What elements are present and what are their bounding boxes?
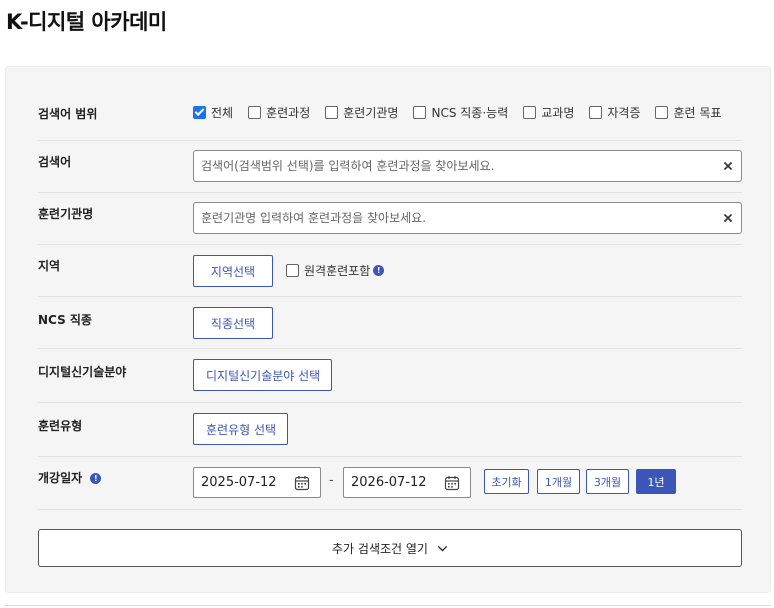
reset-date-button[interactable]: 초기화 [484,469,529,494]
scope-option-ncs[interactable]: NCS 직종·능력 [413,104,508,121]
remote-training-label: 원격훈련포함 [304,264,371,278]
ncs-select-button[interactable]: 직종선택 [193,307,273,339]
info-icon[interactable]: ! [373,265,385,276]
checkbox-icon[interactable] [589,105,603,119]
ncs-label: NCS 직종 [38,313,92,327]
scope-option-certificate[interactable]: 자격증 [589,104,640,121]
end-date-value: 2026-07-12 [351,475,427,490]
institution-label: 훈련기관명 [38,207,94,221]
checkbox-icon[interactable] [523,105,537,119]
more-conditions-label: 추가 검색조건 열기 [332,541,428,556]
checkbox-icon[interactable] [325,105,339,119]
scope-option-institution[interactable]: 훈련기관명 [325,104,398,121]
divider [5,605,771,606]
checkbox-icon[interactable] [193,105,206,119]
scope-option-label: 교과명 [541,105,575,120]
chevron-down-icon [437,545,448,552]
start-date-label: 개강일자 ! [38,469,102,486]
institution-row: 훈련기관명 [38,193,742,245]
checkbox-icon[interactable] [655,105,669,119]
scope-option-course[interactable]: 훈련과정 [248,104,310,121]
date-range: 2025-07-12 - 2026-07-12 초기화 1개월 3개월 1년 [193,467,743,499]
scope-option-label: NCS 직종·능력 [431,105,509,120]
digital-row: 디지털신기술분야 디지털신기술분야 선택 [38,349,742,403]
keyword-input-wrap [193,150,742,182]
remote-training-option[interactable]: 원격훈련포함 ! [286,262,385,279]
digital-label: 디지털신기술분야 [38,365,127,379]
calendar-icon[interactable] [294,475,310,491]
date-separator: - [329,473,334,488]
search-scope-options: 전체 훈련과정 훈련기관명 NCS 직종·능력 교과명 자격증 훈련 목표 [193,103,736,121]
more-conditions-button[interactable]: 추가 검색조건 열기 [38,529,742,567]
checkbox-icon[interactable] [413,105,427,119]
checkbox-icon[interactable] [286,264,299,277]
start-date-value: 2025-07-12 [201,475,277,490]
ncs-row: NCS 직종 직종선택 [38,297,742,349]
info-icon[interactable]: ! [90,473,102,484]
region-label: 지역 [38,259,61,273]
scope-option-label: 훈련 목표 [673,105,722,120]
start-date-row: 개강일자 ! 2025-07-12 - 2026-07-12 초기화 1개월 3… [38,457,742,510]
scope-option-label: 전체 [211,105,234,120]
scope-option-all[interactable]: 전체 [193,104,233,121]
one-year-button[interactable]: 1년 [636,469,676,494]
institution-input-wrap [193,202,742,234]
keyword-input[interactable] [194,151,741,181]
scope-option-label: 훈련기관명 [343,105,399,120]
keyword-row: 검색어 [38,141,742,193]
training-type-row: 훈련유형 훈련유형 선택 [38,403,742,457]
region-select-button[interactable]: 지역선택 [193,255,273,287]
institution-input[interactable] [194,203,741,233]
clear-icon[interactable] [722,212,734,224]
search-panel: 검색어 범위 전체 훈련과정 훈련기관명 NCS 직종·능력 교과명 자격증 훈… [5,66,771,593]
scope-option-label: 자격증 [607,105,641,120]
region-row: 지역 지역선택 원격훈련포함 ! [38,245,742,297]
keyword-label: 검색어 [38,155,72,169]
scope-option-goal[interactable]: 훈련 목표 [655,104,721,121]
digital-select-button[interactable]: 디지털신기술분야 선택 [193,359,332,391]
scope-option-label: 훈련과정 [266,105,311,120]
one-month-button[interactable]: 1개월 [537,469,580,494]
clear-icon[interactable] [722,160,734,172]
start-date-input[interactable]: 2025-07-12 [193,467,321,498]
calendar-icon[interactable] [444,475,460,491]
end-date-input[interactable]: 2026-07-12 [343,467,471,498]
start-date-label-text: 개강일자 [38,471,83,485]
checkbox-icon[interactable] [248,105,262,119]
search-scope-row: 검색어 범위 전체 훈련과정 훈련기관명 NCS 직종·능력 교과명 자격증 훈… [38,95,742,141]
page-title: K-디지털 아카데미 [6,10,167,34]
search-scope-label: 검색어 범위 [38,107,98,121]
three-month-button[interactable]: 3개월 [586,469,629,494]
training-type-label: 훈련유형 [38,419,83,433]
scope-option-subject[interactable]: 교과명 [523,104,574,121]
training-type-select-button[interactable]: 훈련유형 선택 [193,413,288,445]
